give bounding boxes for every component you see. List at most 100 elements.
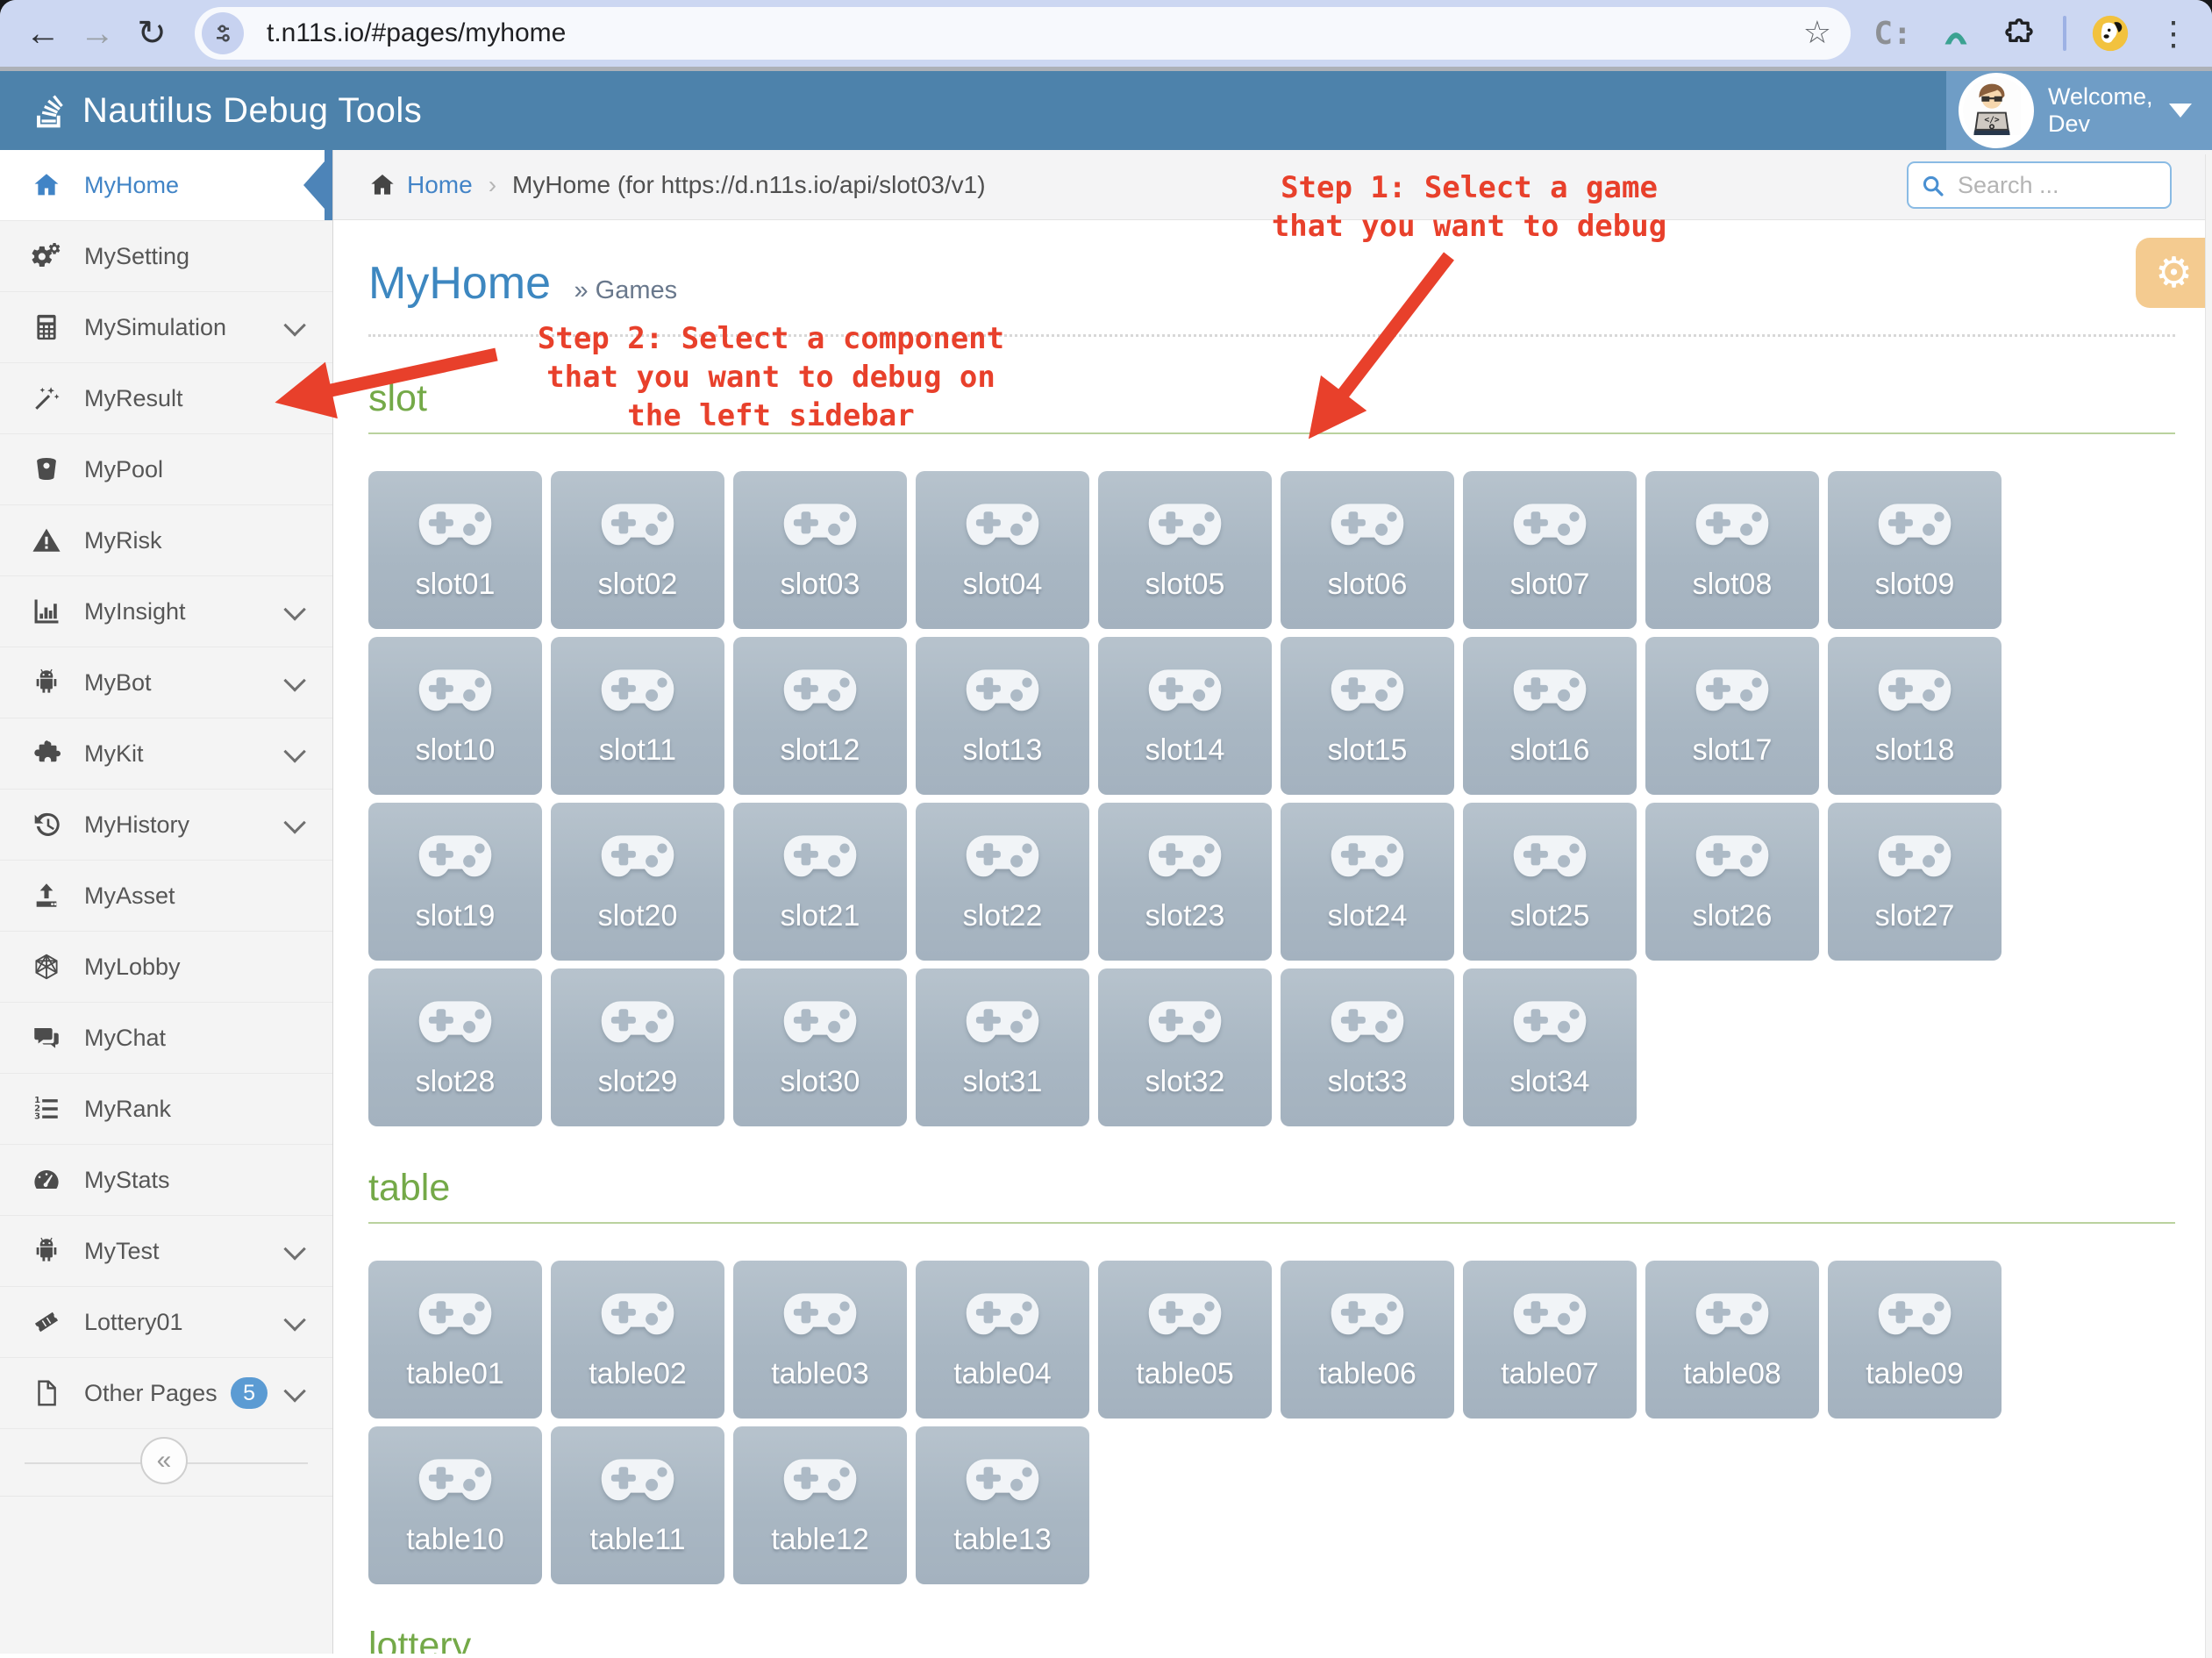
game-tile-slot18[interactable]: slot18 bbox=[1828, 637, 2002, 795]
game-tile-slot17[interactable]: slot17 bbox=[1645, 637, 1819, 795]
game-tile-slot16[interactable]: slot16 bbox=[1463, 637, 1637, 795]
game-tile-table11[interactable]: table11 bbox=[551, 1426, 724, 1584]
game-tile-slot01[interactable]: slot01 bbox=[368, 471, 542, 629]
game-tile-slot03[interactable]: slot03 bbox=[733, 471, 907, 629]
game-tile-slot34[interactable]: slot34 bbox=[1463, 968, 1637, 1126]
section-divider bbox=[368, 432, 2175, 434]
section-slot: slotslot01slot02slot03slot04slot05slot06… bbox=[368, 377, 2175, 1126]
sidebar-item-myasset[interactable]: MyAsset bbox=[0, 861, 332, 932]
game-tile-slot05[interactable]: slot05 bbox=[1098, 471, 1272, 629]
game-tile-slot23[interactable]: slot23 bbox=[1098, 803, 1272, 961]
game-tile-label: slot07 bbox=[1510, 568, 1590, 602]
game-tile-slot25[interactable]: slot25 bbox=[1463, 803, 1637, 961]
sidebar-item-lottery01[interactable]: Lottery01 bbox=[0, 1287, 332, 1358]
url-text[interactable]: t.n11s.io/#pages/myhome bbox=[267, 18, 566, 48]
game-tile-slot26[interactable]: slot26 bbox=[1645, 803, 1819, 961]
c-extension-icon[interactable]: C: bbox=[1873, 14, 1912, 53]
game-tile-label: slot15 bbox=[1328, 733, 1408, 768]
sidebar-item-mytest[interactable]: MyTest bbox=[0, 1216, 332, 1287]
game-tile-table04[interactable]: table04 bbox=[916, 1261, 1089, 1419]
game-tile-slot22[interactable]: slot22 bbox=[916, 803, 1089, 961]
game-tile-table05[interactable]: table05 bbox=[1098, 1261, 1272, 1419]
sidebar-item-mystats[interactable]: MyStats bbox=[0, 1145, 332, 1216]
game-tile-table03[interactable]: table03 bbox=[733, 1261, 907, 1419]
sidebar-item-myhistory[interactable]: MyHistory bbox=[0, 790, 332, 861]
game-tile-label: slot02 bbox=[598, 568, 678, 602]
game-tile-slot15[interactable]: slot15 bbox=[1281, 637, 1454, 795]
sidebar-item-mykit[interactable]: MyKit bbox=[0, 718, 332, 790]
game-tile-slot29[interactable]: slot29 bbox=[551, 968, 724, 1126]
breadcrumb-separator: › bbox=[489, 171, 496, 199]
game-tile-slot08[interactable]: slot08 bbox=[1645, 471, 1819, 629]
vpn-mountain-icon[interactable] bbox=[1937, 14, 1975, 53]
game-tile-slot19[interactable]: slot19 bbox=[368, 803, 542, 961]
game-tile-slot27[interactable]: slot27 bbox=[1828, 803, 2002, 961]
sidebar-item-mybot[interactable]: MyBot bbox=[0, 647, 332, 718]
gamepad-icon bbox=[961, 1292, 1044, 1341]
gamepad-icon bbox=[1326, 834, 1409, 883]
sidebar-item-label: MyPool bbox=[84, 456, 163, 483]
game-tile-slot02[interactable]: slot02 bbox=[551, 471, 724, 629]
game-tile-slot21[interactable]: slot21 bbox=[733, 803, 907, 961]
game-tile-table08[interactable]: table08 bbox=[1645, 1261, 1819, 1419]
game-tile-slot06[interactable]: slot06 bbox=[1281, 471, 1454, 629]
game-tile-slot28[interactable]: slot28 bbox=[368, 968, 542, 1126]
sidebar-item-myresult[interactable]: MyResult bbox=[0, 363, 332, 434]
sidebar-item-myinsight[interactable]: MyInsight bbox=[0, 576, 332, 647]
bookmark-star-icon[interactable]: ☆ bbox=[1803, 14, 1831, 51]
game-tile-table13[interactable]: table13 bbox=[916, 1426, 1089, 1584]
back-icon[interactable]: ← bbox=[16, 6, 70, 61]
extensions-puzzle-icon[interactable] bbox=[2000, 14, 2038, 53]
content-body: ⚙ MyHome » Games slotslot01slot02slot03s… bbox=[333, 220, 2212, 1654]
game-tile-slot33[interactable]: slot33 bbox=[1281, 968, 1454, 1126]
sidebar-item-mypool[interactable]: MyPool bbox=[0, 434, 332, 505]
sidebar-item-myrank[interactable]: 123MyRank bbox=[0, 1074, 332, 1145]
game-tile-slot12[interactable]: slot12 bbox=[733, 637, 907, 795]
game-tile-slot11[interactable]: slot11 bbox=[551, 637, 724, 795]
scrollbar[interactable] bbox=[2205, 154, 2212, 1658]
sidebar-item-mychat[interactable]: MyChat bbox=[0, 1003, 332, 1074]
reload-icon[interactable]: ↻ bbox=[125, 6, 179, 61]
game-tile-slot30[interactable]: slot30 bbox=[733, 968, 907, 1126]
game-tile-table06[interactable]: table06 bbox=[1281, 1261, 1454, 1419]
breadcrumb-home-link[interactable]: Home bbox=[407, 171, 473, 199]
gamepad-icon bbox=[1509, 503, 1591, 552]
sidebar-item-mysimulation[interactable]: MySimulation bbox=[0, 292, 332, 363]
game-tile-table10[interactable]: table10 bbox=[368, 1426, 542, 1584]
sidebar-item-other-pages[interactable]: Other Pages5 bbox=[0, 1358, 332, 1429]
game-tile-table07[interactable]: table07 bbox=[1463, 1261, 1637, 1419]
sidebar-item-mylobby[interactable]: MyLobby bbox=[0, 932, 332, 1003]
sidebar-item-myhome[interactable]: MyHome bbox=[0, 150, 332, 221]
game-tile-slot32[interactable]: slot32 bbox=[1098, 968, 1272, 1126]
sidebar-item-myrisk[interactable]: MyRisk bbox=[0, 505, 332, 576]
site-settings-icon[interactable] bbox=[202, 12, 244, 54]
sidebar-item-label: MyChat bbox=[84, 1025, 166, 1052]
game-tile-table02[interactable]: table02 bbox=[551, 1261, 724, 1419]
game-tile-slot04[interactable]: slot04 bbox=[916, 471, 1089, 629]
forward-icon[interactable]: → bbox=[70, 6, 125, 61]
game-tile-slot24[interactable]: slot24 bbox=[1281, 803, 1454, 961]
address-bar[interactable]: t.n11s.io/#pages/myhome ☆ bbox=[195, 7, 1851, 60]
game-tile-table12[interactable]: table12 bbox=[733, 1426, 907, 1584]
sidebar: MyHomeMySettingMySimulationMyResult MyPoo… bbox=[0, 150, 333, 1654]
game-tile-table09[interactable]: table09 bbox=[1828, 1261, 2002, 1419]
game-tile-table01[interactable]: table01 bbox=[368, 1261, 542, 1419]
settings-gear-button[interactable]: ⚙ bbox=[2136, 238, 2212, 308]
user-menu[interactable]: </> Welcome, Dev bbox=[1946, 71, 2212, 150]
game-tile-slot09[interactable]: slot09 bbox=[1828, 471, 2002, 629]
sidebar-item-mysetting[interactable]: MySetting bbox=[0, 221, 332, 292]
gamepad-icon bbox=[414, 503, 496, 552]
game-tile-slot31[interactable]: slot31 bbox=[916, 968, 1089, 1126]
search-input[interactable] bbox=[1956, 165, 2163, 205]
game-tile-label: table01 bbox=[406, 1357, 504, 1391]
game-tile-slot14[interactable]: slot14 bbox=[1098, 637, 1272, 795]
profile-avatar-icon[interactable] bbox=[2091, 14, 2130, 53]
game-tile-slot20[interactable]: slot20 bbox=[551, 803, 724, 961]
game-tile-slot13[interactable]: slot13 bbox=[916, 637, 1089, 795]
gamepad-icon bbox=[1509, 1000, 1591, 1049]
sidebar-collapse-button[interactable]: « bbox=[140, 1437, 188, 1484]
game-tile-slot10[interactable]: slot10 bbox=[368, 637, 542, 795]
game-tile-slot07[interactable]: slot07 bbox=[1463, 471, 1637, 629]
breadcrumb: Home › MyHome (for https://d.n11s.io/api… bbox=[333, 150, 2212, 220]
browser-menu-icon[interactable]: ⋮ bbox=[2154, 14, 2193, 53]
